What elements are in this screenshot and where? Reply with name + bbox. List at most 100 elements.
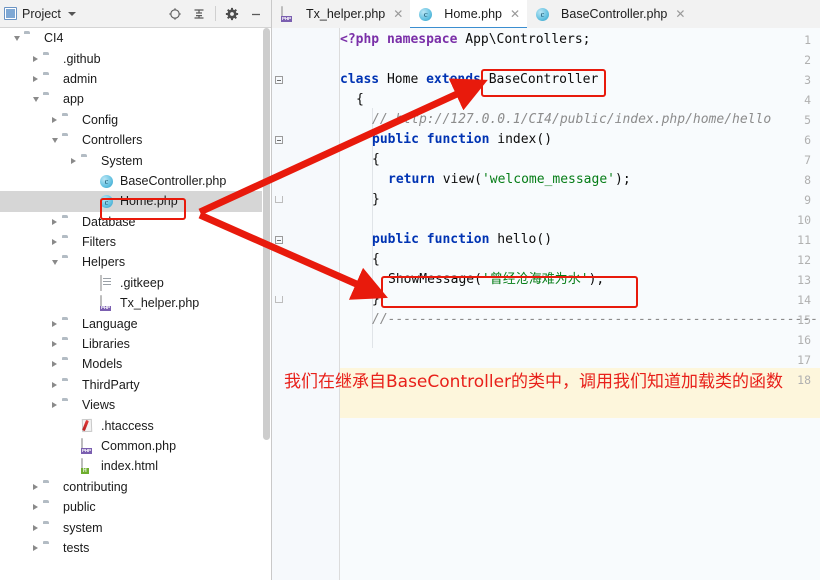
project-file-tree[interactable]: CI4 .github admin app Config Controllers Syste… <box>0 28 262 580</box>
code-line-13[interactable]: ShowMessage('曾经沧海难为水'); <box>340 270 604 290</box>
tree-item-tx-helper-php[interactable]: Tx_helper.php <box>0 293 262 313</box>
line-number: 7 <box>804 153 811 167</box>
tree-item-gitkeep[interactable]: .gitkeep <box>0 273 262 293</box>
fold-toggle-icon[interactable] <box>275 76 283 84</box>
expand-arrow-icon[interactable] <box>29 72 42 85</box>
close-icon[interactable]: ✕ <box>675 8 685 20</box>
tree-item-filters[interactable]: Filters <box>0 232 262 252</box>
code-line-7[interactable]: { <box>340 150 380 170</box>
minimize-icon[interactable] <box>245 3 267 25</box>
folder-icon <box>24 31 40 45</box>
code-token: { <box>372 252 380 267</box>
close-icon[interactable]: ✕ <box>393 8 403 20</box>
htaccess-file-icon <box>81 419 97 433</box>
tree-item-database[interactable]: Database <box>0 212 262 232</box>
folder-icon <box>62 337 78 351</box>
tree-item-language[interactable]: Language <box>0 313 262 333</box>
collapse-arrow-icon[interactable] <box>48 134 61 147</box>
expand-arrow-icon[interactable] <box>48 399 61 412</box>
expand-arrow-icon[interactable] <box>29 521 42 534</box>
collapse-arrow-icon[interactable] <box>48 256 61 269</box>
php-file-icon <box>81 438 97 454</box>
editor-tab-home-php[interactable]: c Home.php ✕ <box>410 0 528 29</box>
tree-item-libraries[interactable]: Libraries <box>0 334 262 354</box>
expand-arrow-icon[interactable] <box>48 215 61 228</box>
code-token: namespace <box>386 32 466 47</box>
sidebar-scrollbar-track[interactable] <box>262 28 271 580</box>
expand-arrow-icon[interactable] <box>48 113 61 126</box>
expand-arrow-icon[interactable] <box>29 501 42 514</box>
collapse-arrow-icon[interactable] <box>10 32 23 45</box>
code-line-11[interactable]: public function hello() <box>340 230 552 250</box>
collapse-all-icon[interactable] <box>188 3 210 25</box>
code-line-1[interactable]: <?php namespace App\Controllers; <box>340 30 590 50</box>
code-token: { <box>372 152 380 167</box>
fold-toggle-icon[interactable] <box>275 236 283 244</box>
tree-item-system[interactable]: System <box>0 150 262 170</box>
sidebar-scrollbar-thumb[interactable] <box>263 28 270 440</box>
tree-item-htaccess[interactable]: .htaccess <box>0 415 262 435</box>
tree-item-index-html[interactable]: index.html <box>0 456 262 476</box>
expand-arrow-icon[interactable] <box>29 541 42 554</box>
tree-item-label: Tx_helper.php <box>120 296 200 311</box>
tree-item-config[interactable]: Config <box>0 110 262 130</box>
ide-window: Project CI4 .github admin app Config Con… <box>0 0 820 580</box>
tree-item-controllers[interactable]: Controllers <box>0 130 262 150</box>
code-folding-column[interactable] <box>326 28 340 580</box>
editor-tab-basecontroller-php[interactable]: c BaseController.php ✕ <box>527 0 692 28</box>
tree-item-label: system <box>63 520 103 535</box>
tree-item-app[interactable]: app <box>0 89 262 109</box>
code-line-15[interactable]: //--------------------------------------… <box>340 310 818 330</box>
expand-arrow-icon[interactable] <box>48 358 61 371</box>
tree-item-public[interactable]: public <box>0 497 262 517</box>
close-icon[interactable]: ✕ <box>510 8 520 20</box>
code-line-4[interactable]: { <box>340 90 364 110</box>
tree-item-basecontroller-php[interactable]: c BaseController.php <box>0 171 262 191</box>
tree-item-label: Config <box>82 112 119 127</box>
folder-icon <box>43 521 59 535</box>
tree-item-label: tests <box>63 540 90 555</box>
tree-item-system[interactable]: system <box>0 517 262 537</box>
expand-arrow-icon[interactable] <box>29 480 42 493</box>
line-number: 14 <box>797 293 811 307</box>
tree-item-github[interactable]: .github <box>0 48 262 68</box>
folder-icon <box>62 398 78 412</box>
folder-icon <box>62 113 78 127</box>
code-view[interactable]: 1 2 3 4 5 6 7 8 9 10 11 12 13 14 15 16 17 18 <?php namesp… <box>272 28 820 580</box>
tree-item-helpers[interactable]: Helpers <box>0 252 262 272</box>
fold-end-icon[interactable] <box>275 296 283 303</box>
expand-arrow-icon[interactable] <box>48 317 61 330</box>
expand-arrow-icon[interactable] <box>67 154 80 167</box>
code-line-12[interactable]: { <box>340 250 380 270</box>
code-line-8[interactable]: return view('welcome_message'); <box>340 170 631 190</box>
editor-tab-tx-helper-php[interactable]: Tx_helper.php ✕ <box>272 0 410 28</box>
chevron-down-icon[interactable] <box>67 11 76 16</box>
code-line-9[interactable]: } <box>340 190 380 210</box>
code-line-6[interactable]: public function index() <box>340 130 552 150</box>
code-line-14[interactable]: } <box>340 290 380 310</box>
collapse-arrow-icon[interactable] <box>29 93 42 106</box>
tree-item-tests[interactable]: tests <box>0 538 262 558</box>
tree-item-ci4[interactable]: CI4 <box>0 28 262 48</box>
code-line-3[interactable]: class Home extends BaseController <box>340 70 598 90</box>
expand-arrow-icon[interactable] <box>48 236 61 249</box>
locate-icon[interactable] <box>164 3 186 25</box>
tree-item-contributing[interactable]: contributing <box>0 477 262 497</box>
tree-item-admin[interactable]: admin <box>0 69 262 89</box>
expand-arrow-icon[interactable] <box>48 378 61 391</box>
tree-item-label: BaseController.php <box>120 173 227 188</box>
tree-item-common-php[interactable]: Common.php <box>0 436 262 456</box>
editor-tab-bar[interactable]: Tx_helper.php ✕ c Home.php ✕ c BaseController.… <box>272 0 820 29</box>
fold-end-icon[interactable] <box>275 196 283 203</box>
expand-arrow-icon[interactable] <box>29 52 42 65</box>
expand-arrow-icon[interactable] <box>48 338 61 351</box>
tree-item-models[interactable]: Models <box>0 354 262 374</box>
tree-item-views[interactable]: Views <box>0 395 262 415</box>
tree-item-home-php[interactable]: c Home.php <box>0 191 262 212</box>
code-line-5[interactable]: // http://127.0.0.1/CI4/public/index.php… <box>340 110 771 130</box>
folder-icon <box>43 480 59 494</box>
fold-toggle-icon[interactable] <box>275 136 283 144</box>
tree-item-thirdparty[interactable]: ThirdParty <box>0 375 262 395</box>
settings-gear-icon[interactable] <box>221 3 243 25</box>
project-icon <box>4 7 17 20</box>
